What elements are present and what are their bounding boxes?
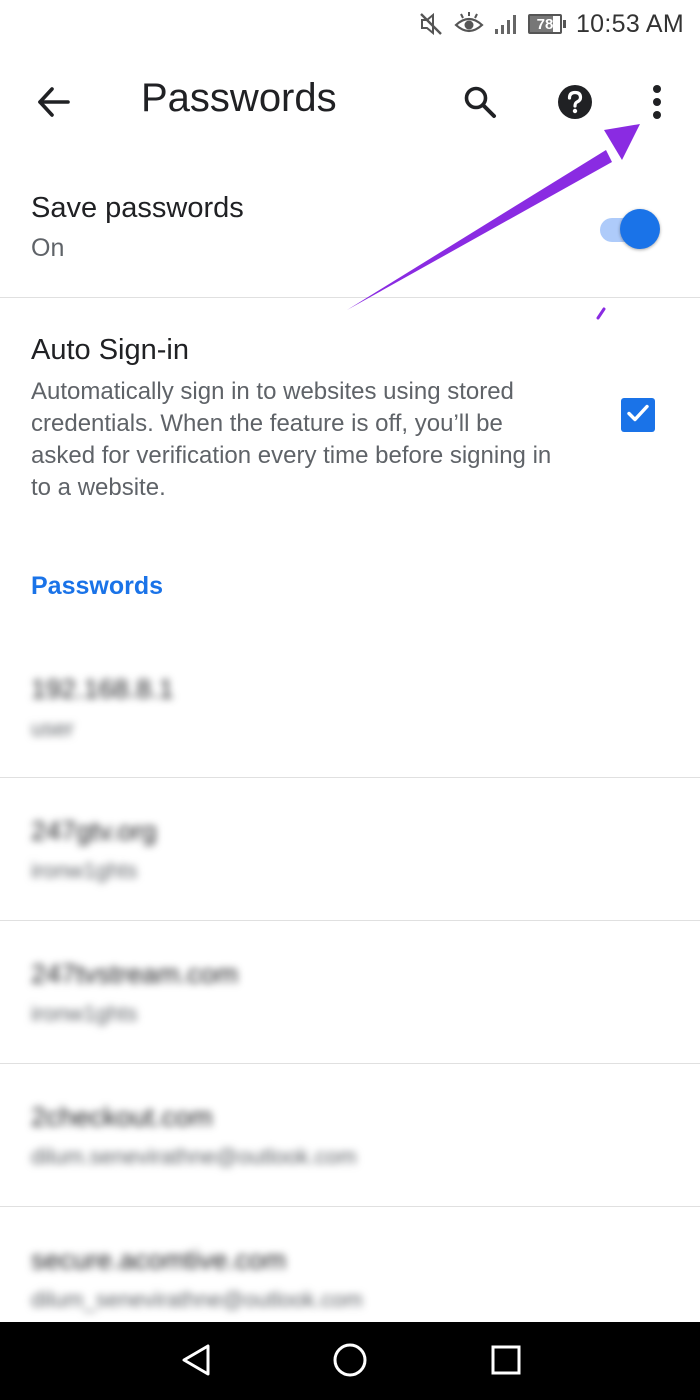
search-icon bbox=[462, 84, 498, 125]
password-item-username: dilum_senevirathne@outlook.com bbox=[31, 1287, 363, 1312]
password-item-username: dilum.senevirathne@outlook.com bbox=[31, 1144, 357, 1169]
password-item[interactable]: 247gtv.org ironw1ghts bbox=[0, 778, 700, 921]
status-icons: 78 10:53 AM bbox=[418, 6, 684, 42]
checkmark-icon bbox=[625, 400, 651, 431]
nav-recents-icon bbox=[490, 1344, 522, 1381]
status-bar: 78 10:53 AM bbox=[0, 0, 700, 48]
eye-icon bbox=[454, 11, 484, 37]
password-item[interactable]: 192.168.8.1 user bbox=[0, 636, 700, 778]
password-item-site: 2checkout.com bbox=[31, 1102, 213, 1132]
password-item-username: ironw1ghts bbox=[31, 1001, 138, 1026]
app-bar: Passwords bbox=[0, 48, 700, 160]
password-item-username: ironw1ghts bbox=[31, 858, 138, 883]
nav-recents-button[interactable] bbox=[480, 1336, 532, 1388]
search-button[interactable] bbox=[456, 80, 504, 128]
toggle-thumb bbox=[620, 209, 660, 249]
auto-signin-description: Automatically sign in to websites using … bbox=[31, 378, 552, 501]
password-list: 192.168.8.1 user 247gtv.org ironw1ghts 2… bbox=[0, 636, 700, 1350]
save-passwords-toggle[interactable] bbox=[598, 209, 664, 249]
battery-level: 78 bbox=[536, 15, 554, 33]
nav-home-icon bbox=[331, 1341, 369, 1384]
password-item-site: 192.168.8.1 bbox=[31, 674, 174, 704]
auto-signin-title: Auto Sign-in bbox=[31, 334, 189, 366]
help-icon bbox=[557, 84, 593, 125]
save-passwords-title: Save passwords bbox=[31, 192, 244, 224]
password-item-site: 247tvstream.com bbox=[31, 959, 239, 989]
back-arrow-icon bbox=[36, 84, 72, 125]
passwords-section-header: Passwords bbox=[31, 572, 164, 600]
save-passwords-row[interactable]: Save passwords On bbox=[0, 176, 700, 298]
page-title: Passwords bbox=[141, 76, 337, 120]
clock: 10:53 AM bbox=[575, 9, 684, 38]
more-options-button[interactable] bbox=[633, 80, 681, 128]
password-item-site: secure.acomtive.com bbox=[31, 1245, 287, 1275]
save-passwords-status: On bbox=[31, 234, 65, 262]
nav-back-icon bbox=[179, 1342, 213, 1383]
back-button[interactable] bbox=[30, 80, 78, 128]
navigation-bar bbox=[0, 1322, 700, 1400]
password-item-username: user bbox=[31, 716, 74, 741]
auto-signin-row[interactable]: Auto Sign-in Automatically sign in to we… bbox=[0, 298, 700, 528]
auto-signin-checkbox[interactable] bbox=[621, 398, 655, 432]
signal-icon bbox=[494, 13, 518, 35]
help-button[interactable] bbox=[551, 80, 599, 128]
mute-icon bbox=[418, 11, 444, 37]
battery-icon: 78 bbox=[527, 14, 566, 34]
more-vert-icon bbox=[651, 84, 663, 125]
nav-home-button[interactable] bbox=[324, 1336, 376, 1388]
password-item-site: 247gtv.org bbox=[31, 816, 157, 846]
nav-back-button[interactable] bbox=[170, 1336, 222, 1388]
password-item[interactable]: 2checkout.com dilum.senevirathne@outlook… bbox=[0, 1064, 700, 1207]
password-item[interactable]: 247tvstream.com ironw1ghts bbox=[0, 921, 700, 1064]
